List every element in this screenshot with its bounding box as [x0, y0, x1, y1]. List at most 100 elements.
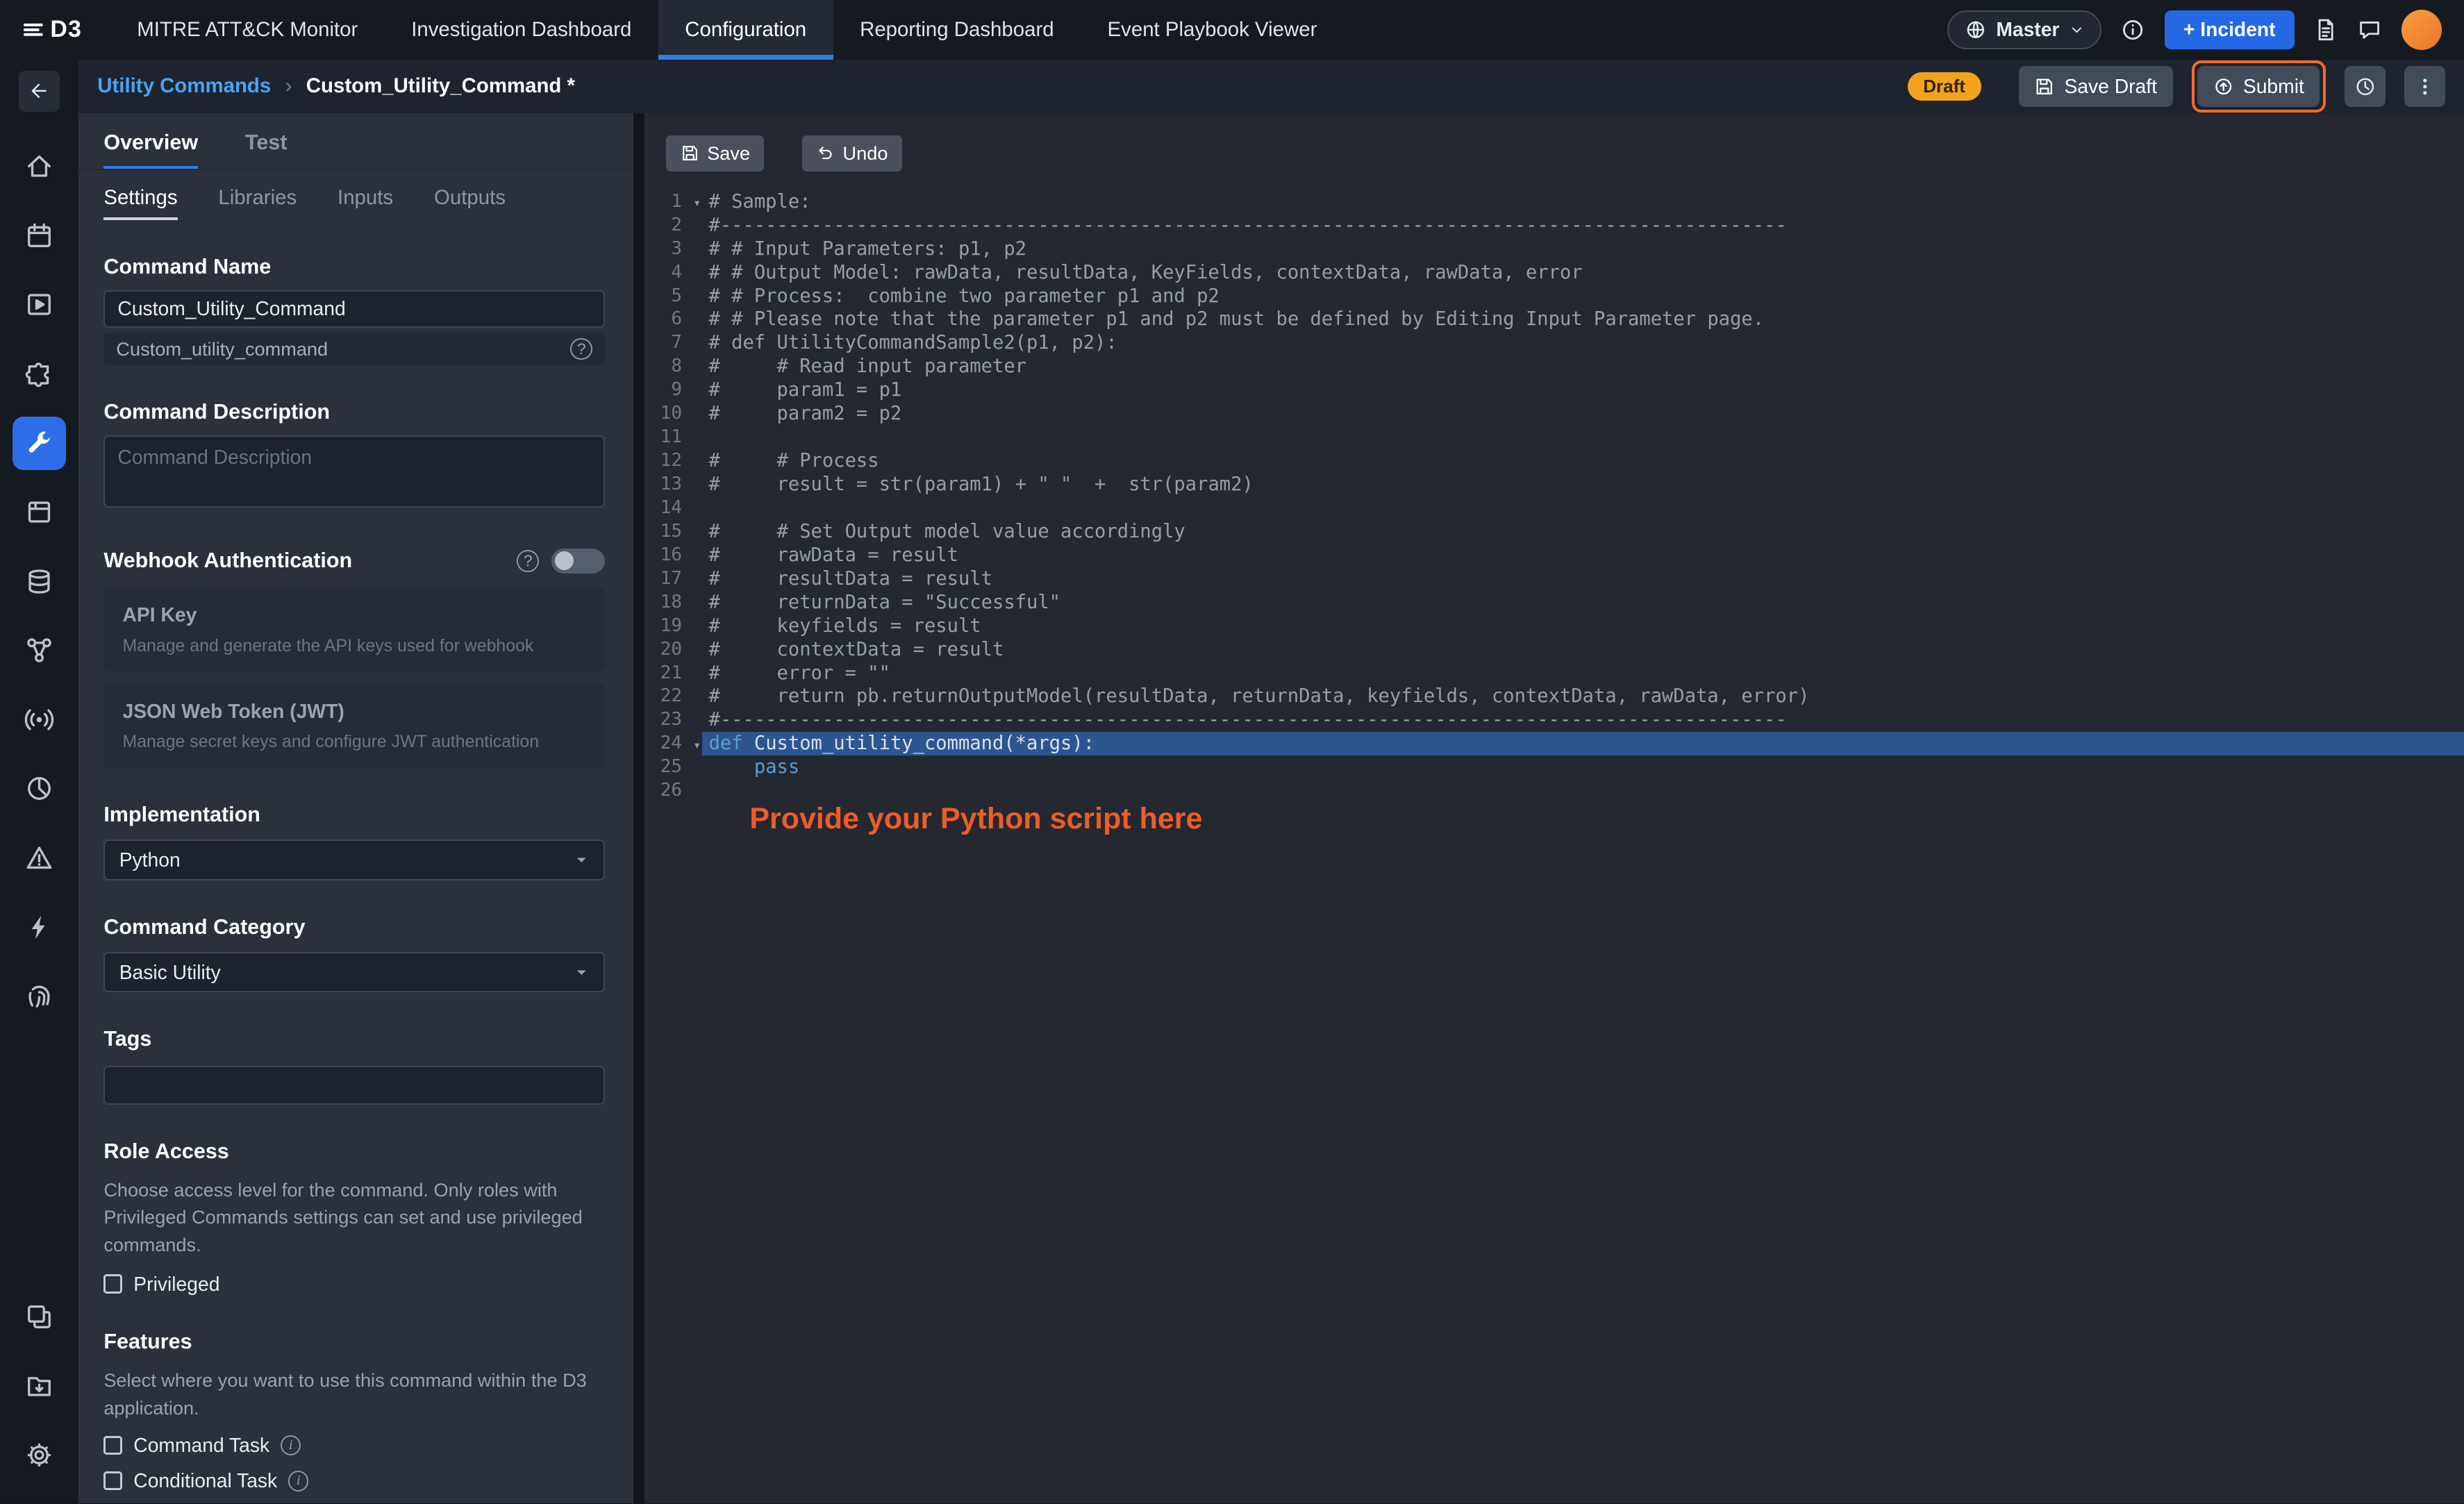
sidebar-item-home[interactable]	[0, 132, 78, 201]
top-nav-item-label: Configuration	[685, 17, 807, 41]
code-line[interactable]: 2 #--------------------------------------…	[644, 214, 2464, 237]
info-button[interactable]	[2120, 17, 2145, 42]
line-number: 19	[660, 615, 683, 636]
sidebar-item-data[interactable]	[0, 546, 78, 616]
code-line[interactable]: 23 #-------------------------------------…	[644, 708, 2464, 732]
tags-input[interactable]	[103, 1065, 606, 1105]
code-line[interactable]: 25 pass	[644, 755, 2464, 779]
command-name-input[interactable]	[103, 290, 606, 328]
code-line[interactable]: 11	[644, 426, 2464, 449]
code-line[interactable]: 3 # # Input Parameters: p1, p2	[644, 237, 2464, 261]
command-description-input[interactable]	[103, 435, 606, 508]
info-icon[interactable]: i	[288, 1471, 309, 1492]
d3-logo[interactable]: D3	[0, 0, 110, 60]
editor-save-button[interactable]: Save	[666, 135, 765, 172]
sidebar-item-calendar[interactable]	[0, 201, 78, 271]
feature-checkbox[interactable]	[103, 1436, 123, 1455]
help-icon[interactable]: ?	[570, 337, 593, 360]
release-notes-button[interactable]	[2313, 17, 2338, 42]
webhook-auth-toggle[interactable]	[551, 548, 606, 574]
code-line[interactable]: 7 # def UtilityCommandSample2(p1, p2):	[644, 331, 2464, 355]
feature-label: Command Task	[133, 1434, 270, 1457]
code-line[interactable]: 4 # # Output Model: rawData, resultData, …	[644, 261, 2464, 285]
fold-caret-icon[interactable]: ▾	[693, 734, 701, 758]
help-icon[interactable]: ?	[517, 550, 540, 572]
editor-undo-button[interactable]: Undo	[801, 135, 902, 172]
sidebar-item-automation[interactable]	[0, 892, 78, 962]
submit-button[interactable]: Submit	[2197, 66, 2320, 107]
panel-tabs: Overview Test	[78, 113, 633, 171]
sidebar-item-broadcast[interactable]	[0, 685, 78, 755]
code-line[interactable]: 15 # # Set Output model value accordingly	[644, 520, 2464, 544]
code-line[interactable]: 6 # # Please note that the parameter p1 a…	[644, 308, 2464, 331]
code-line[interactable]: 1 ▾ # Sample:	[644, 190, 2464, 214]
breadcrumb-parent-link[interactable]: Utility Commands	[97, 74, 271, 98]
code-line[interactable]: 13 # result = str(param1) + " " + str(par…	[644, 473, 2464, 496]
sidebar-item-settings[interactable]	[0, 1421, 78, 1490]
sidebar-item-apps[interactable]	[0, 478, 78, 547]
more-options-button[interactable]	[2404, 66, 2445, 107]
top-nav-item[interactable]: Event Playbook Viewer	[1081, 0, 1344, 60]
command-category-select[interactable]: Basic Utility	[103, 951, 606, 993]
implementation-select[interactable]: Python	[103, 839, 606, 880]
code-text: # result = str(param1) + " " + str(param…	[708, 474, 1254, 495]
top-nav-item[interactable]: Configuration	[658, 0, 834, 60]
sidebar-item-link-analysis[interactable]	[0, 616, 78, 685]
code-line[interactable]: 24 ▾ def Custom_utility_command(*args):	[644, 732, 2464, 758]
info-icon[interactable]: i	[280, 1435, 301, 1456]
code-line[interactable]: 12 # # Process	[644, 449, 2464, 473]
save-draft-button[interactable]: Save Draft	[2018, 66, 2173, 107]
sidebar-item-alerts[interactable]	[0, 824, 78, 893]
top-nav-item[interactable]: MITRE ATT&CK Monitor	[110, 0, 385, 60]
code-line[interactable]: 17 # resultData = result	[644, 567, 2464, 591]
back-button[interactable]	[19, 70, 60, 112]
code-line[interactable]: 14	[644, 496, 2464, 520]
new-incident-button[interactable]: + Incident	[2164, 10, 2295, 50]
code-text: # rawData = result	[708, 544, 958, 566]
code-line[interactable]: 18 # returnData = "Successful"	[644, 591, 2464, 615]
code-line[interactable]: 5 # # Process: combine two parameter p1 a…	[644, 285, 2464, 308]
editor-undo-label: Undo	[842, 142, 888, 164]
history-button[interactable]	[2345, 66, 2386, 107]
logo-text: D3	[50, 16, 83, 43]
code-text: # # Set Output model value accordingly	[708, 520, 1185, 542]
feature-checkbox[interactable]	[103, 1471, 123, 1491]
sidebar-item-identity[interactable]	[0, 962, 78, 1031]
panel-subtab[interactable]: Settings	[103, 186, 178, 221]
fold-caret-icon[interactable]: ▾	[693, 192, 701, 215]
api-key-card[interactable]: API Key Manage and generate the API keys…	[103, 587, 606, 672]
chat-button[interactable]	[2357, 17, 2382, 42]
code-line[interactable]: 9 # param1 = p1	[644, 378, 2464, 402]
code-line[interactable]: 8 # # Read input parameter	[644, 355, 2464, 378]
line-number: 1 ▾	[644, 190, 703, 214]
sidebar-item-file-manager[interactable]	[0, 1351, 78, 1421]
jwt-card[interactable]: JSON Web Token (JWT) Manage secret keys …	[103, 684, 606, 769]
panel-tab[interactable]: Overview	[103, 113, 199, 170]
annotation-provide-script: Provide your Python script here	[749, 801, 1203, 835]
sidebar-item-windows[interactable]	[0, 1282, 78, 1351]
panel-tab[interactable]: Test	[245, 113, 288, 169]
panel-subtab[interactable]: Outputs	[434, 186, 506, 220]
sidebar-item-reports[interactable]	[0, 754, 78, 824]
site-selector[interactable]: Master	[1947, 10, 2102, 50]
user-avatar[interactable]	[2401, 9, 2442, 51]
sidebar-item-utility-commands[interactable]	[0, 408, 78, 478]
code-editor[interactable]: 1 ▾ # Sample: 2 #---------------------------…	[644, 187, 2464, 1503]
sidebar-item-integrations[interactable]	[0, 340, 78, 409]
editor-area: Save Undo 1 ▾ # Sample: 2 #-----------------…	[633, 112, 2464, 1504]
privileged-checkbox[interactable]	[103, 1274, 123, 1294]
panel-subtab[interactable]: Libraries	[218, 186, 297, 220]
code-line[interactable]: 16 # rawData = result	[644, 544, 2464, 567]
sidebar-item-playbooks[interactable]	[0, 270, 78, 340]
top-nav-item[interactable]: Investigation Dashboard	[385, 0, 658, 60]
code-line[interactable]: 21 # error = ""	[644, 662, 2464, 685]
top-nav-item[interactable]: Reporting Dashboard	[833, 0, 1081, 60]
code-line[interactable]: 26	[644, 779, 2464, 803]
code-line[interactable]: 22 # return pb.returnOutputModel(resultDa…	[644, 685, 2464, 708]
panel-subtab[interactable]: Inputs	[338, 186, 393, 220]
tags-label: Tags	[103, 1027, 152, 1051]
code-line[interactable]: 19 # keyfields = result	[644, 615, 2464, 638]
code-line[interactable]: 10 # param2 = p2	[644, 402, 2464, 426]
status-badge: Draft	[1907, 72, 1981, 101]
code-line[interactable]: 20 # contextData = result	[644, 638, 2464, 662]
